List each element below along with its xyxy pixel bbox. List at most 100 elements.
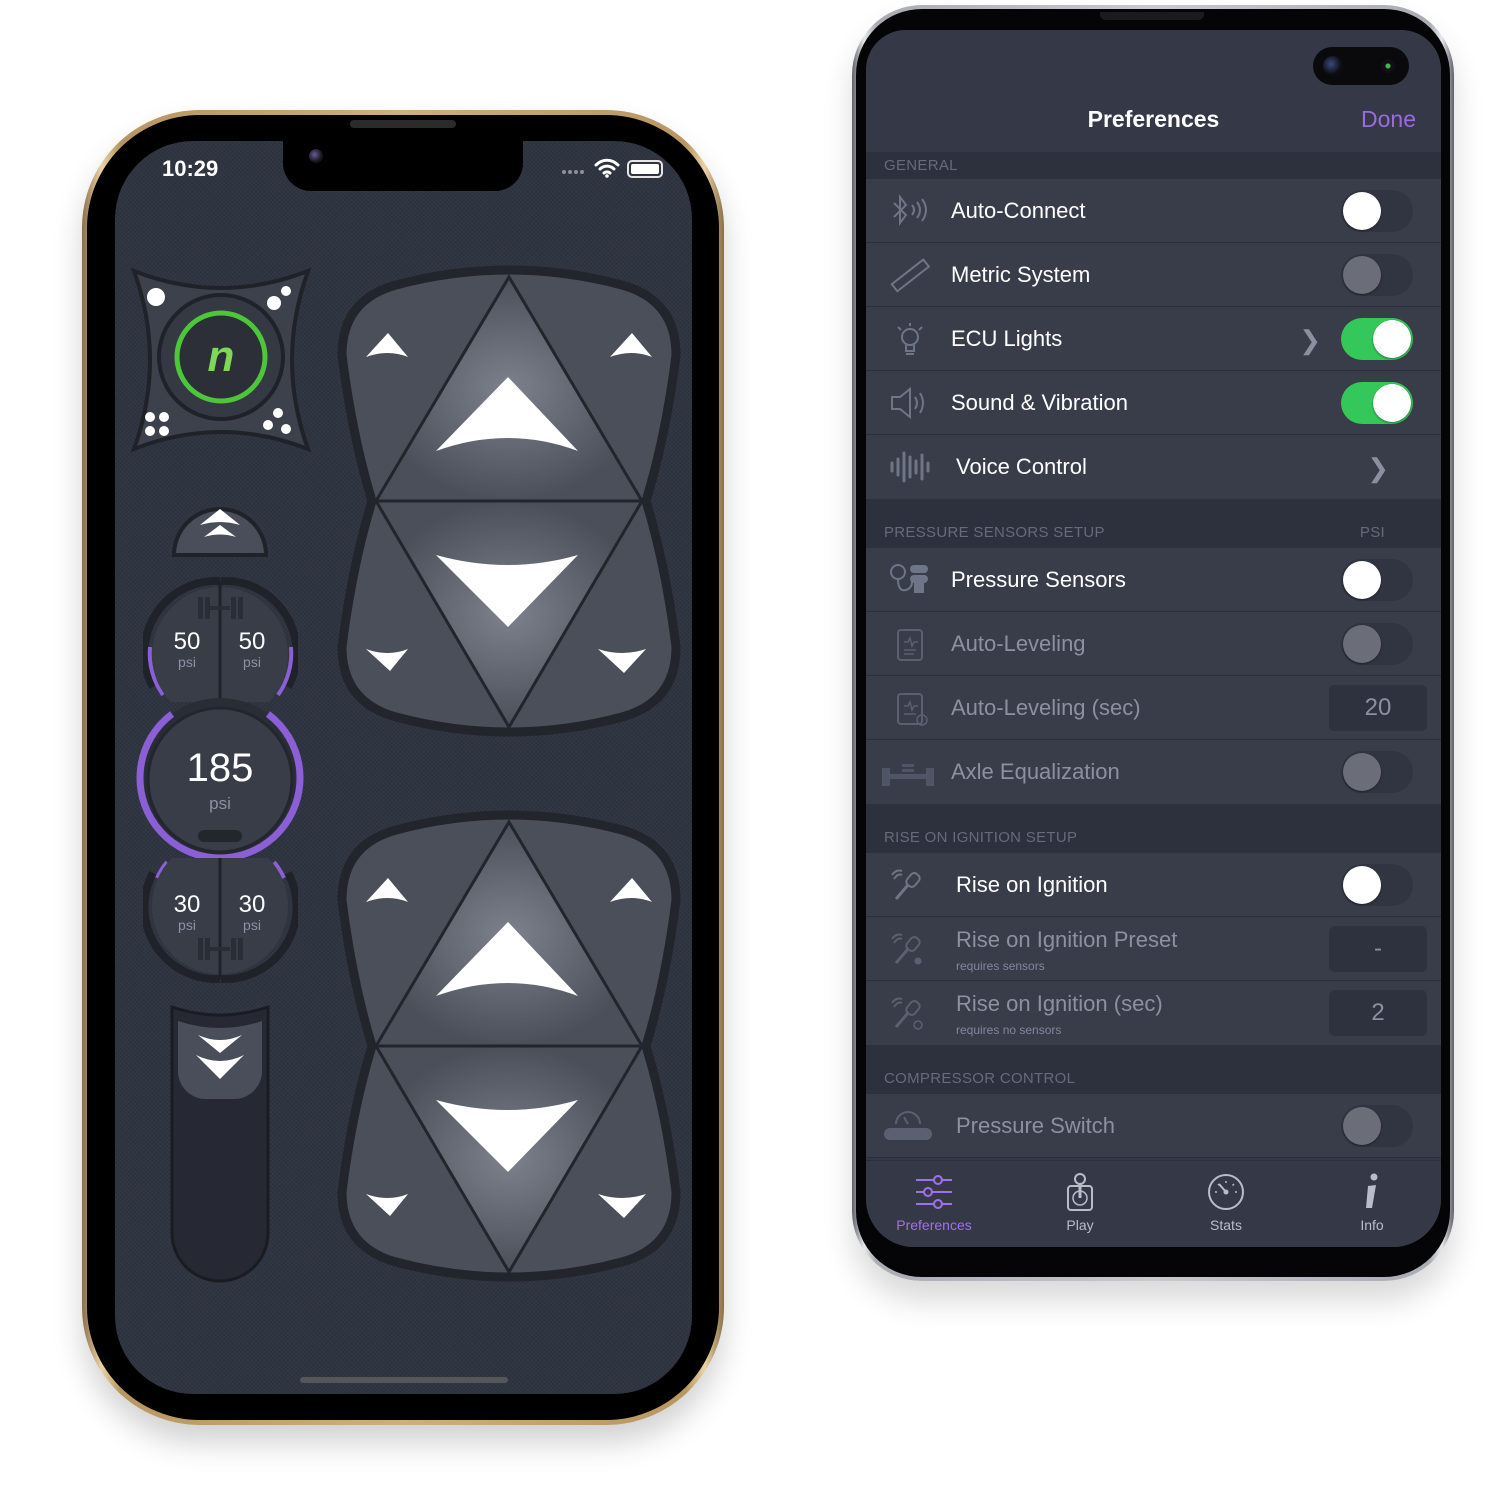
key-timer-icon [891, 997, 923, 1030]
tab-preferences[interactable]: Preferences [874, 1171, 994, 1233]
row-label: Pressure Switch [956, 1113, 1115, 1138]
ruler-icon [890, 258, 931, 293]
section-header-compressor: COMPRESSOR CONTROL [866, 1045, 1441, 1094]
section-header-pressure-sensors: PRESSURE SENSORS SETUP PSI [866, 499, 1441, 548]
tab-play[interactable]: Play [1020, 1171, 1140, 1233]
front-left-pressure-value: 50 [173, 628, 201, 655]
row-label: Pressure Sensors [951, 567, 1126, 592]
tab-label: Play [1066, 1217, 1094, 1233]
chevron-right-icon[interactable]: ❯ [1299, 325, 1321, 356]
row-label: Auto-Connect [951, 198, 1086, 223]
gauge-icon [1208, 1174, 1244, 1210]
pressure-switch-toggle[interactable] [1341, 1105, 1413, 1147]
battery-icon [627, 160, 663, 178]
tab-label: Preferences [896, 1217, 972, 1233]
auto-leveling-toggle[interactable] [1341, 623, 1413, 665]
iphone-notch [283, 141, 523, 191]
key-icon [891, 869, 921, 900]
sound-vibration-toggle[interactable] [1341, 382, 1413, 424]
row-auto-leveling-sec[interactable]: Auto-Leveling (sec) 20 [866, 676, 1441, 740]
row-label: ECU Lights [951, 326, 1063, 351]
auto-leveling-sec-value[interactable]: 20 [1329, 685, 1427, 731]
raise-all-button[interactable] [170, 495, 270, 560]
row-auto-leveling[interactable]: Auto-Leveling [866, 612, 1441, 676]
preferences-screen: Preferences Done GENERAL Auto-Connect Me… [866, 30, 1441, 1247]
rise-on-ignition-preset-value[interactable]: - [1329, 926, 1427, 972]
chevron-right-icon[interactable]: ❯ [1367, 453, 1389, 484]
tank-pressure-value: 185 [186, 746, 254, 790]
row-label: Rise on Ignition [956, 872, 1108, 897]
axle-icon [882, 764, 934, 786]
row-label: Sound & Vibration [951, 390, 1128, 415]
page-title: Preferences [1087, 106, 1220, 132]
row-metric-system[interactable]: Metric System [866, 243, 1441, 307]
front-left-pressure-unit: psi [178, 654, 196, 670]
rear-right-pressure-value: 30 [238, 891, 266, 918]
front-axle-pad [337, 265, 681, 737]
tab-stats[interactable]: Stats [1166, 1171, 1286, 1233]
ecu-lights-toggle[interactable] [1341, 318, 1413, 360]
logo-letter: n [208, 332, 235, 381]
wifi-icon [594, 158, 620, 178]
tab-bar: Preferences Play Stats Info [866, 1160, 1441, 1247]
row-sound-vibration[interactable]: Sound & Vibration [866, 371, 1441, 435]
compressor-icon [884, 1111, 932, 1140]
row-label: Axle Equalization [951, 759, 1120, 784]
front-right-pressure-value: 50 [238, 628, 266, 655]
punch-hole-camera [1313, 47, 1409, 85]
row-label: Rise on Ignition Preset [956, 927, 1178, 952]
section-header-general: GENERAL [866, 152, 1441, 179]
info-icon [1366, 1173, 1378, 1208]
status-time: 10:29 [162, 156, 219, 181]
row-rise-on-ignition-preset[interactable]: Rise on Ignition Preset requires sensors… [866, 917, 1441, 981]
sliders-icon [916, 1175, 952, 1209]
rise-on-ignition-sec-value[interactable]: 2 [1329, 990, 1427, 1036]
row-rise-on-ignition-sec[interactable]: Rise on Ignition (sec) requires no senso… [866, 981, 1441, 1045]
clipboard-timer-icon [897, 693, 928, 726]
axle-equalization-toggle[interactable] [1341, 751, 1413, 793]
done-button[interactable]: Done [1361, 106, 1416, 133]
speaker-icon [891, 386, 924, 420]
lower-all-slider[interactable] [168, 1003, 272, 1285]
tab-label: Stats [1210, 1217, 1242, 1233]
key-dot-icon [891, 933, 922, 965]
row-label: Auto-Leveling (sec) [951, 695, 1141, 720]
tank-pressure-unit: psi [209, 794, 231, 813]
clipboard-icon [897, 629, 923, 661]
rise-on-ignition-toggle[interactable] [1341, 864, 1413, 906]
pressure-sensors-toggle[interactable] [1341, 559, 1413, 601]
rear-left-pressure-unit: psi [178, 917, 196, 933]
row-axle-equalization[interactable]: Axle Equalization [866, 740, 1441, 804]
row-rise-on-ignition[interactable]: Rise on Ignition [866, 853, 1441, 917]
row-pressure-sensors[interactable]: Pressure Sensors [866, 548, 1441, 612]
rear-left-pressure-value: 30 [173, 891, 201, 918]
front-right-pressure-unit: psi [243, 654, 261, 670]
tank-icon [198, 830, 242, 842]
auto-connect-toggle[interactable] [1341, 190, 1413, 232]
row-sublabel: requires no sensors [956, 1023, 1062, 1037]
row-label: Metric System [951, 262, 1091, 287]
section-header-rise-on-ignition: RISE ON IGNITION SETUP [866, 804, 1441, 853]
waveform-icon [890, 451, 930, 483]
menu-badge-button[interactable]: n [126, 265, 316, 455]
row-pressure-switch[interactable]: Pressure Switch [866, 1094, 1441, 1158]
row-voice-control[interactable]: Voice Control ❯ [866, 435, 1441, 499]
joystick-icon [1067, 1173, 1093, 1211]
tab-info[interactable]: Info [1312, 1171, 1432, 1233]
iphone-speaker [350, 120, 456, 128]
android-earpiece [1100, 12, 1204, 20]
row-ecu-lights[interactable]: ECU Lights ❯ [866, 307, 1441, 371]
home-indicator[interactable] [300, 1377, 508, 1383]
lower-all-handle [178, 1021, 262, 1100]
row-auto-connect[interactable]: Auto-Connect [866, 179, 1441, 243]
bluetooth-icon [893, 194, 927, 226]
row-sublabel: requires sensors [956, 959, 1045, 973]
row-label: Rise on Ignition (sec) [956, 991, 1163, 1016]
lightbulb-icon [897, 323, 923, 355]
signal-icon [562, 170, 584, 174]
metric-system-toggle[interactable] [1341, 254, 1413, 296]
tab-label: Info [1360, 1217, 1384, 1233]
row-label: Voice Control [956, 454, 1087, 479]
row-label: Auto-Leveling [951, 631, 1086, 656]
pressure-sensor-icon [890, 564, 928, 593]
